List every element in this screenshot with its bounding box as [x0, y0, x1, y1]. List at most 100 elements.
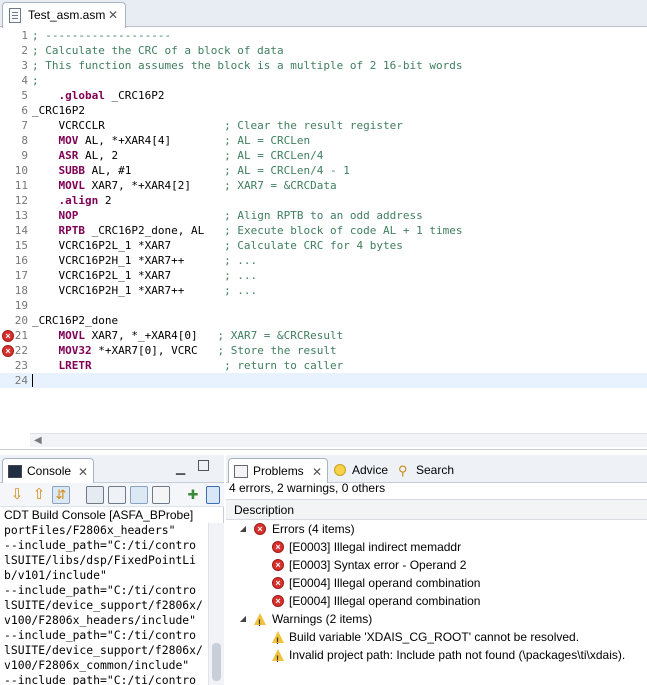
console-output[interactable]: portFiles/F2806x_headers" --include_path=… [0, 523, 208, 685]
console-line: lSUITE/device_support/f2806x/ [4, 643, 203, 657]
code-text[interactable]: ASR AL, 2 ; AL = CRCLen/4 [32, 148, 324, 163]
console-scroll-thumb[interactable] [212, 643, 221, 681]
code-text[interactable]: MOVL XAR7, *+XAR4[2] ; XAR7 = &CRCData [32, 178, 337, 193]
code-text[interactable]: .global _CRC16P2 [32, 88, 165, 103]
code-line[interactable]: × 21 MOVL XAR7, *_+XAR4[0] ; XAR7 = &CRCR… [0, 328, 647, 343]
collapse-icon[interactable]: ◢ [238, 520, 248, 538]
code-text[interactable]: .align 2 [32, 193, 112, 208]
code-line[interactable]: 12 .align 2 [0, 193, 647, 208]
code-line[interactable]: 19 [0, 298, 647, 313]
problem-row[interactable]: × [E0004] Illegal operand combination [226, 592, 647, 610]
scroll-lock-icon[interactable] [86, 486, 104, 504]
code-text[interactable]: ; ------------------- [32, 28, 171, 43]
errors-group-label: Errors (4 items) [272, 522, 355, 536]
word-wrap-icon[interactable] [108, 486, 126, 504]
errors-group-row[interactable]: ◢ × Errors (4 items) [226, 520, 647, 538]
code-token: AL, *+XAR4[4] [78, 134, 225, 147]
warnings-group-row[interactable]: ◢ Warnings (2 items) [226, 610, 647, 632]
code-text[interactable]: MOV32 *+XAR7[0], VCRC ; Store the result [32, 343, 337, 358]
minimize-icon[interactable]: ▁ [176, 461, 185, 475]
editor-horizontal-scrollbar[interactable]: ◀ [30, 433, 647, 447]
show-console-icon[interactable] [130, 486, 148, 504]
clear-console-icon[interactable] [152, 486, 170, 504]
console-line: b/v101/include" [4, 568, 107, 582]
close-icon[interactable]: ✕ [311, 466, 323, 478]
code-text[interactable]: VCRC16P2L_1 *XAR7 ; Calculate CRC for 4 … [32, 238, 402, 253]
code-line[interactable]: 11 MOVL XAR7, *+XAR4[2] ; XAR7 = &CRCDat… [0, 178, 647, 193]
code-text[interactable]: LRETR ; return to caller [32, 358, 344, 373]
code-line[interactable]: × 22 MOV32 *+XAR7[0], VCRC ; Store the re… [0, 343, 647, 358]
code-line[interactable]: 20 _CRC16P2_done [0, 313, 647, 328]
code-line[interactable]: 16 VCRC16P2H_1 *XAR7++ ; ... [0, 253, 647, 268]
line-number: 23 [14, 359, 28, 372]
code-line[interactable]: 5 .global _CRC16P2 [0, 88, 647, 103]
code-text[interactable]: ; Calculate the CRC of a block of data [32, 43, 284, 58]
line-number: 11 [14, 179, 28, 192]
link-with-editor-icon[interactable]: ⇵ [52, 486, 70, 504]
code-comment: ; XAR7 = &CRCResult [217, 329, 344, 342]
code-text[interactable]: MOV AL, *+XAR4[4] ; AL = CRCLen [32, 133, 311, 148]
next-error-icon[interactable]: ⇩ [8, 486, 26, 504]
code-line[interactable]: 1 ; ------------------- [0, 28, 647, 43]
code-token: VCRCCLR [32, 119, 225, 132]
tab-console[interactable]: Console ✕ [2, 458, 94, 483]
code-line[interactable]: 7 VCRCCLR ; Clear the result register [0, 118, 647, 133]
close-icon[interactable]: ✕ [107, 9, 119, 21]
problems-icon [234, 465, 248, 478]
code-text[interactable]: RPTB _CRC16P2_done, AL ; Execute block o… [32, 223, 463, 238]
problem-row[interactable]: × [E0004] Illegal operand combination [226, 574, 647, 592]
tab-problems[interactable]: Problems ✕ [228, 458, 328, 483]
code-line[interactable]: 23 LRETR ; return to caller [0, 358, 647, 373]
display-selected-console-icon[interactable] [206, 486, 220, 504]
code-line[interactable]: 8 MOV AL, *+XAR4[4] ; AL = CRCLen [0, 133, 647, 148]
code-line[interactable]: 6 _CRC16P2 [0, 103, 647, 118]
previous-error-icon[interactable]: ⇧ [30, 486, 48, 504]
advice-tab-label: Advice [352, 463, 389, 477]
collapse-icon[interactable]: ◢ [238, 610, 248, 628]
code-comment: ; ------------------- [32, 29, 172, 42]
pin-console-icon[interactable]: ✚ [184, 486, 202, 504]
code-line[interactable]: 3 ; This function assumes the block is a … [0, 58, 647, 73]
code-token: _CRC16P2 [104, 89, 165, 102]
code-text[interactable]: VCRC16P2L_1 *XAR7 ; ... [32, 268, 257, 283]
code-text[interactable]: MOVL XAR7, *_+XAR4[0] ; XAR7 = &CRCResul… [32, 328, 344, 343]
code-line[interactable]: 2 ; Calculate the CRC of a block of data [0, 43, 647, 58]
code-text[interactable]: ; [32, 73, 39, 88]
problem-row[interactable]: Build variable 'XDAIS_CG_ROOT' cannot be… [226, 628, 647, 650]
editor-tab-test-asm[interactable]: Test_asm.asm ✕ [2, 2, 126, 28]
tab-advice[interactable]: Advice [334, 458, 394, 483]
description-column-header[interactable]: Description [226, 499, 647, 520]
code-text[interactable]: _CRC16P2_done [32, 313, 118, 328]
code-text[interactable]: SUBB AL, #1 ; AL = CRCLen/4 - 1 [32, 163, 350, 178]
problem-row[interactable]: × [E0003] Illegal indirect memaddr [226, 538, 647, 556]
code-text[interactable]: _CRC16P2 [32, 103, 85, 118]
code-text[interactable]: NOP ; Align RPTB to an odd address [32, 208, 423, 223]
code-line[interactable]: 13 NOP ; Align RPTB to an odd address [0, 208, 647, 223]
code-line[interactable]: 24 [0, 373, 647, 388]
code-text[interactable]: VCRC16P2H_1 *XAR7++ ; ... [32, 253, 257, 268]
code-line[interactable]: 4; [0, 73, 647, 88]
scroll-left-icon[interactable]: ◀ [34, 434, 42, 448]
close-icon[interactable]: ✕ [77, 466, 89, 478]
code-line[interactable]: 17 VCRC16P2L_1 *XAR7 ; ... [0, 268, 647, 283]
code-comment: ; XAR7 = &CRCData [224, 179, 337, 192]
code-line[interactable]: 18 VCRC16P2H_1 *XAR7++ ; ... [0, 283, 647, 298]
console-name: CDT Build Console [ASFA_BProbe] [4, 508, 194, 522]
tab-search[interactable]: ⚲ Search [398, 458, 458, 483]
code-line[interactable]: 9 ASR AL, 2 ; AL = CRCLen/4 [0, 148, 647, 163]
code-line[interactable]: 15 VCRC16P2L_1 *XAR7 ; Calculate CRC for… [0, 238, 647, 253]
code-line[interactable]: 10 SUBB AL, #1 ; AL = CRCLen/4 - 1 [0, 163, 647, 178]
maximize-icon[interactable] [198, 460, 209, 471]
code-editor[interactable]: Test_asm.asm ✕ 1 ; ------------------- 2 ; … [0, 0, 647, 450]
code-text[interactable]: VCRC16P2H_1 *XAR7++ ; ... [32, 283, 257, 298]
code-text[interactable]: ; This function assumes the block is a m… [32, 58, 462, 73]
problem-row[interactable]: × [E0003] Syntax error - Operand 2 [226, 556, 647, 574]
code-text[interactable]: VCRCCLR ; Clear the result register [32, 118, 402, 133]
code-area[interactable]: 1 ; ------------------- 2 ; Calculate the C… [0, 28, 647, 433]
code-line[interactable]: 14 RPTB _CRC16P2_done, AL ; Execute bloc… [0, 223, 647, 238]
console-vertical-scrollbar[interactable] [208, 523, 224, 685]
problem-row[interactable]: Invalid project path: Include path not f… [226, 646, 647, 668]
